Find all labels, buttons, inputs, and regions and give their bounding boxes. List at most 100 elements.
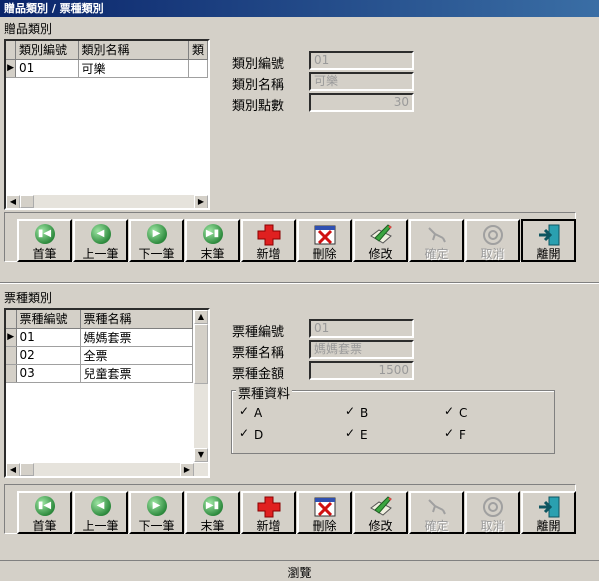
gift-row-code[interactable]: 01: [15, 59, 79, 78]
confirm-button[interactable]: 確定: [409, 491, 464, 534]
checkbox-c[interactable]: C: [443, 404, 467, 420]
checkbox-b[interactable]: B: [344, 404, 368, 420]
checkbox-a-label: A: [254, 406, 263, 420]
edit-pencil-icon: [369, 496, 393, 518]
checkbox-a[interactable]: A: [238, 404, 263, 420]
ticket-row-code[interactable]: 02: [16, 346, 81, 365]
scroll-left-icon[interactable]: ◀: [6, 463, 20, 476]
cancel-button[interactable]: 取消: [465, 219, 520, 262]
last-record-icon: ▶▮: [201, 224, 225, 246]
prev-button[interactable]: ◀ 上一筆: [73, 491, 128, 534]
confirm-icon: [425, 496, 449, 518]
delete-button[interactable]: 刪除: [297, 219, 352, 262]
add-label: 新增: [256, 519, 281, 533]
checkbox-checked-icon: [443, 426, 455, 441]
edit-button[interactable]: 修改: [353, 491, 408, 534]
scroll-thumb[interactable]: [20, 463, 34, 476]
exit-button[interactable]: 離開: [521, 491, 576, 534]
first-label: 首筆: [32, 519, 57, 533]
first-label: 首筆: [32, 247, 57, 261]
ticket-row-name[interactable]: 媽媽套票: [80, 328, 193, 347]
exit-label: 離開: [536, 519, 561, 533]
ticket-vertical-scrollbar[interactable]: ▲ ▼: [194, 310, 208, 462]
ticket-name-field[interactable]: 媽媽套票: [309, 340, 414, 359]
ticket-code-field[interactable]: 01: [309, 319, 414, 338]
cancel-label: 取消: [480, 247, 505, 261]
table-row[interactable]: 03 兒童套票: [6, 364, 193, 383]
ticket-row-name[interactable]: 兒童套票: [80, 364, 193, 383]
scroll-thumb[interactable]: [194, 324, 208, 384]
table-row[interactable]: ▶ 01 媽媽套票: [6, 328, 193, 347]
gift-grid[interactable]: 類別編號 類別名稱 類 ▶ 01 可樂 ◀ ▶: [4, 39, 210, 210]
checkbox-f[interactable]: F: [443, 426, 466, 442]
next-button[interactable]: ▶ 下一筆: [129, 491, 184, 534]
scroll-right-icon[interactable]: ▶: [194, 195, 208, 208]
prev-button[interactable]: ◀ 上一筆: [73, 219, 128, 262]
gift-points-field[interactable]: 30: [309, 93, 414, 112]
gift-name-field[interactable]: 可樂: [309, 72, 414, 91]
row-pointer-icon: ▶: [6, 59, 17, 78]
scroll-up-icon[interactable]: ▲: [194, 310, 208, 324]
ticket-horizontal-scrollbar[interactable]: ◀ ▶: [6, 462, 208, 476]
window-title: 贈品類別 / 票種類別: [0, 0, 599, 17]
ticket-row-code[interactable]: 01: [16, 328, 81, 347]
gift-row-name[interactable]: 可樂: [78, 59, 189, 78]
ticket-amount-field[interactable]: 1500: [309, 361, 414, 380]
last-button[interactable]: ▶▮ 末筆: [185, 219, 240, 262]
gift-row-extra: [188, 59, 208, 78]
ticket-col-name[interactable]: 票種名稱: [80, 310, 193, 329]
prev-label: 上一筆: [82, 519, 119, 533]
gift-horizontal-scrollbar[interactable]: ◀ ▶: [6, 194, 208, 208]
confirm-button[interactable]: 確定: [409, 219, 464, 262]
first-button[interactable]: ▮◀ 首筆: [17, 219, 72, 262]
scroll-down-icon[interactable]: ▼: [194, 448, 208, 462]
checkbox-d[interactable]: D: [238, 426, 264, 442]
row-pointer-icon: ▶: [6, 328, 17, 347]
next-label: 下一筆: [138, 247, 175, 261]
gift-col-extra[interactable]: 類: [188, 41, 208, 60]
next-label: 下一筆: [138, 519, 175, 533]
previous-record-icon: ◀: [89, 496, 113, 518]
checkbox-d-label: D: [254, 428, 264, 442]
grid-corner: [6, 41, 17, 60]
last-label: 末筆: [200, 247, 225, 261]
edit-button[interactable]: 修改: [353, 219, 408, 262]
scroll-right-icon[interactable]: ▶: [180, 463, 194, 476]
scroll-thumb[interactable]: [20, 195, 34, 208]
table-row[interactable]: ▶ 01 可樂: [6, 59, 208, 78]
cancel-button[interactable]: 取消: [465, 491, 520, 534]
checkbox-checked-icon: [238, 426, 250, 441]
gift-col-name[interactable]: 類別名稱: [78, 41, 189, 60]
first-record-icon: ▮◀: [33, 496, 57, 518]
first-button[interactable]: ▮◀ 首筆: [17, 491, 72, 534]
cancel-label: 取消: [480, 519, 505, 533]
add-button[interactable]: 新增: [241, 219, 296, 262]
ticket-col-code[interactable]: 票種編號: [16, 310, 81, 329]
row-indicator: [6, 346, 17, 365]
plus-icon: [257, 224, 281, 246]
last-record-icon: ▶▮: [201, 496, 225, 518]
status-text: 瀏覽: [287, 566, 312, 580]
gift-col-code[interactable]: 類別編號: [15, 41, 79, 60]
ticket-amount-label: 票種金額: [232, 367, 285, 382]
table-row[interactable]: 02 全票: [6, 346, 193, 365]
checkbox-e[interactable]: E: [344, 426, 368, 442]
confirm-label: 確定: [424, 519, 449, 533]
checkbox-checked-icon: [344, 404, 356, 419]
ticket-row-name[interactable]: 全票: [80, 346, 193, 365]
checkbox-checked-icon: [344, 426, 356, 441]
last-button[interactable]: ▶▮ 末筆: [185, 491, 240, 534]
ticket-toolbar: ▮◀ 首筆 ◀ 上一筆 ▶ 下一筆 ▶▮ 末筆 新增 刪除 修改 確定 取消 離…: [4, 484, 576, 534]
ticket-row-code[interactable]: 03: [16, 364, 81, 383]
last-label: 末筆: [200, 519, 225, 533]
gift-points-label: 類別點數: [232, 99, 285, 114]
exit-button[interactable]: 離開: [521, 219, 576, 262]
delete-button[interactable]: 刪除: [297, 491, 352, 534]
next-button[interactable]: ▶ 下一筆: [129, 219, 184, 262]
ticket-data-group-title: 票種資料: [236, 383, 293, 402]
prev-label: 上一筆: [82, 247, 119, 261]
ticket-grid[interactable]: 票種編號 票種名稱 ▶ 01 媽媽套票 02 全票 03 兒童套票 ▲ ▼ ◀ …: [4, 308, 210, 478]
scroll-left-icon[interactable]: ◀: [6, 195, 20, 208]
add-button[interactable]: 新增: [241, 491, 296, 534]
gift-code-field[interactable]: 01: [309, 51, 414, 70]
